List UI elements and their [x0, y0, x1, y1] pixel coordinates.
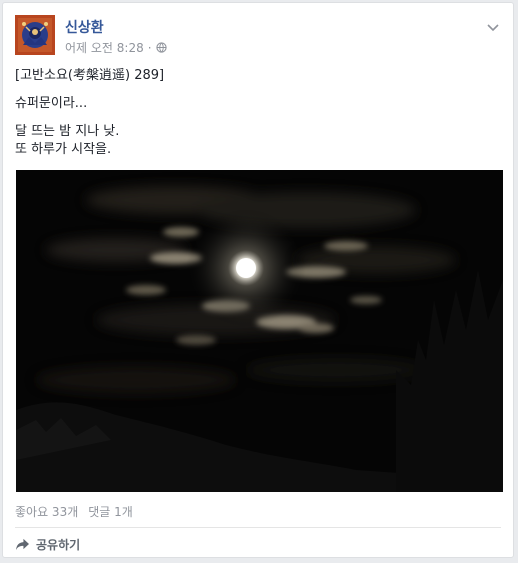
share-button[interactable]: 공유하기: [15, 536, 80, 553]
globe-icon[interactable]: [155, 42, 167, 53]
post-stats: 좋아요 33개 댓글 1개: [15, 503, 133, 520]
share-label: 공유하기: [36, 537, 81, 552]
moon-photo-image: [16, 170, 503, 492]
post-card: 신상환 어제 오전 8:28 · [고반소요(考槃逍遥) 289] 슈퍼문이라.…: [2, 2, 514, 558]
post-line: 슈퍼문이라...: [15, 96, 88, 111]
share-arrow-icon: [16, 538, 29, 550]
post-line: 달 뜨는 밤 지나 낮.: [15, 124, 120, 139]
author-name[interactable]: 신상환: [65, 17, 104, 37]
post-body: [고반소요(考槃逍遥) 289] 슈퍼문이라... 달 뜨는 밤 지나 낮. 또…: [15, 67, 501, 169]
likes-count[interactable]: 좋아요 33개: [15, 503, 78, 520]
post-photo[interactable]: [16, 170, 503, 492]
avatar[interactable]: [15, 15, 55, 55]
post-header: 신상환 어제 오전 8:28 ·: [15, 15, 501, 57]
meta-separator: ·: [147, 40, 152, 55]
post-meta: 어제 오전 8:28 ·: [65, 39, 167, 56]
chevron-down-icon[interactable]: [485, 19, 501, 35]
post-line: [고반소요(考槃逍遥) 289]: [15, 68, 165, 83]
post-timestamp[interactable]: 어제 오전 8:28: [65, 39, 144, 56]
post-actions: 공유하기: [15, 533, 80, 555]
post-line: 또 하루가 시작을.: [15, 142, 112, 157]
avatar-image: [15, 15, 55, 55]
action-divider: [15, 527, 501, 528]
comments-count[interactable]: 댓글 1개: [88, 503, 133, 520]
